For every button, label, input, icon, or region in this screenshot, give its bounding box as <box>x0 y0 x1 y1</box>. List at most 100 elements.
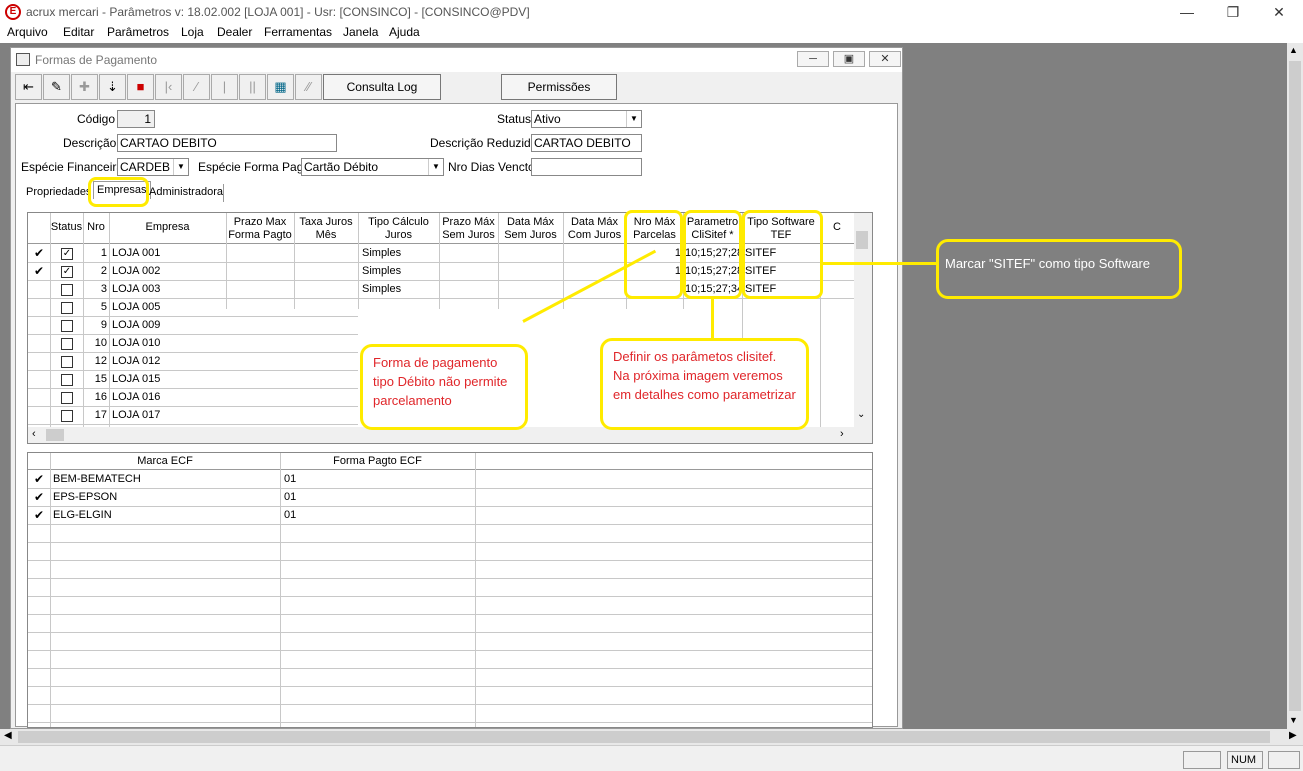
grid-scroll-right-icon[interactable]: › <box>840 428 844 440</box>
scroll-thumb[interactable] <box>1289 61 1301 711</box>
chevron-down-icon[interactable]: ▼ <box>173 159 188 175</box>
column-header-status[interactable]: Status <box>50 221 83 234</box>
prev-icon[interactable]: ⁄ <box>183 74 210 100</box>
column-header-marca-ecf[interactable]: Marca ECF <box>50 455 280 468</box>
nro-dias-input[interactable] <box>531 158 642 176</box>
table-row[interactable]: ✔ ELG-ELGIN 01 <box>28 507 872 524</box>
nro-cell: 17 <box>94 409 107 421</box>
especie-financeira-select[interactable]: CARDEB ▼ <box>117 158 189 176</box>
nro-cell: 2 <box>100 265 107 277</box>
codigo-field[interactable]: 1 <box>117 110 155 128</box>
close-icon[interactable]: ✕ <box>1256 0 1302 24</box>
codigo-label: Código <box>77 112 116 126</box>
restore-icon[interactable]: ❐ <box>1210 0 1256 24</box>
grid-scroll-left-icon[interactable]: ‹ <box>32 428 36 440</box>
save-icon[interactable]: ⇣ <box>99 74 126 100</box>
child-restore-icon[interactable]: ▣ <box>833 51 865 67</box>
scroll-right-icon[interactable]: ▶ <box>1289 730 1297 741</box>
status-checkbox[interactable]: ✓ <box>61 266 73 278</box>
column-header-taxa-juros[interactable]: Taxa Juros Mês <box>294 216 358 242</box>
status-checkbox[interactable] <box>61 284 73 296</box>
column-header-text: Data Máx <box>570 216 619 228</box>
status-checkbox[interactable] <box>61 356 73 368</box>
menu-janela[interactable]: Janela <box>343 25 378 39</box>
permissoes-button[interactable]: Permissões <box>501 74 617 100</box>
column-header-prazo-max[interactable]: Prazo Max Forma Pagto <box>226 216 294 242</box>
tab-administradora[interactable]: Administradora <box>146 184 226 202</box>
window-title: acrux mercari - Parâmetros v: 18.02.002 … <box>26 5 530 19</box>
empresa-cell: LOJA 016 <box>112 391 161 403</box>
table-row[interactable]: ✔ BEM-BEMATECH 01 <box>28 471 872 488</box>
table-row[interactable]: ✔ EPS-EPSON 01 <box>28 489 872 506</box>
parcelas-highlight <box>624 210 683 299</box>
filter-icon[interactable]: ⁄⁄ <box>295 74 322 100</box>
status-checkbox[interactable] <box>61 392 73 404</box>
menu-arquivo[interactable]: Arquivo <box>7 25 48 39</box>
tab-propriedades[interactable]: Propriedades <box>23 184 94 202</box>
grid-hscroll-thumb[interactable] <box>46 429 64 441</box>
status-checkbox[interactable] <box>61 338 73 350</box>
especie-forma-value: Cartão Débito <box>304 160 379 174</box>
column-header-text: Sem Juros <box>442 229 495 241</box>
first-icon[interactable]: |‹ <box>155 74 182 100</box>
column-header-c[interactable]: C <box>820 221 854 234</box>
edit-icon[interactable]: ✎ <box>43 74 70 100</box>
chevron-down-icon[interactable]: ▼ <box>428 159 443 175</box>
status-checkbox[interactable] <box>61 302 73 314</box>
grid-scroll-down-icon[interactable]: ⌄ <box>857 409 865 420</box>
column-header-text: Prazo Max <box>233 216 287 228</box>
menu-loja[interactable]: Loja <box>181 25 204 39</box>
nro-cell: 15 <box>94 373 107 385</box>
grid-vscroll[interactable]: ⌄ <box>854 213 872 427</box>
column-header-tipo-calculo[interactable]: Tipo Cálculo Juros <box>358 216 439 242</box>
column-header-empresa[interactable]: Empresa <box>109 221 226 234</box>
column-header-data-com-juros[interactable]: Data Máx Com Juros <box>563 216 626 242</box>
child-minimize-icon[interactable]: ─ <box>797 51 829 67</box>
column-header-text: Nro <box>87 221 105 233</box>
grid-icon[interactable]: ▦ <box>267 74 294 100</box>
new-icon[interactable]: ✚ <box>71 74 98 100</box>
status-checkbox[interactable]: ✓ <box>61 248 73 260</box>
row-selected-check-icon: ✔ <box>34 264 45 278</box>
table-row[interactable]: 5 LOJA 005 <box>28 299 854 316</box>
vertical-scrollbar[interactable]: ▲ ▼ <box>1287 43 1303 729</box>
status-checkbox[interactable] <box>61 320 73 332</box>
column-header-data-sem-juros[interactable]: Data Máx Sem Juros <box>498 216 563 242</box>
table-row[interactable]: 9 LOJA 009 <box>28 317 854 334</box>
menu-ferramentas[interactable]: Ferramentas <box>264 25 332 39</box>
minimize-icon[interactable]: — <box>1164 0 1210 24</box>
menu-ajuda[interactable]: Ajuda <box>389 25 420 39</box>
last-icon[interactable]: || <box>239 74 266 100</box>
status-checkbox[interactable] <box>61 410 73 422</box>
hscroll-thumb[interactable] <box>18 731 1270 743</box>
marca-ecf-cell: EPS-EPSON <box>53 491 118 503</box>
column-header-nro[interactable]: Nro <box>83 221 109 234</box>
scroll-up-icon[interactable]: ▲ <box>1289 45 1298 55</box>
column-header-text: Taxa Juros <box>299 216 353 228</box>
delete-icon[interactable]: ■ <box>127 74 154 100</box>
descricao-input[interactable]: CARTAO DEBITO <box>117 134 337 152</box>
menu-parametros[interactable]: Parâmetros <box>107 25 169 39</box>
column-header-prazo-sem-juros[interactable]: Prazo Máx Sem Juros <box>439 216 498 242</box>
menu-dealer[interactable]: Dealer <box>217 25 252 39</box>
horizontal-scrollbar[interactable]: ◀ ▶ <box>0 729 1303 745</box>
column-header-forma-pagto-ecf[interactable]: Forma Pagto ECF <box>280 455 475 468</box>
scroll-left-icon[interactable]: ◀ <box>4 730 12 741</box>
empresa-cell: LOJA 012 <box>112 355 161 367</box>
nro-cell: 9 <box>100 319 107 331</box>
next-icon[interactable]: | <box>211 74 238 100</box>
tef-highlight <box>742 210 823 299</box>
column-header-text: Data Máx <box>506 216 555 228</box>
especie-forma-select[interactable]: Cartão Débito ▼ <box>301 158 444 176</box>
scroll-down-icon[interactable]: ▼ <box>1289 715 1298 725</box>
marca-ecf-cell: BEM-BEMATECH <box>53 473 141 485</box>
consulta-log-button[interactable]: Consulta Log <box>323 74 441 100</box>
grid-vscroll-thumb[interactable] <box>856 231 868 249</box>
status-select[interactable]: Ativo ▼ <box>531 110 642 128</box>
child-close-icon[interactable]: ✕ <box>869 51 901 67</box>
desc-reduzida-input[interactable]: CARTAO DEBITO <box>531 134 642 152</box>
exit-icon[interactable]: ⇤ <box>15 74 42 100</box>
status-checkbox[interactable] <box>61 374 73 386</box>
menu-editar[interactable]: Editar <box>63 25 94 39</box>
chevron-down-icon[interactable]: ▼ <box>626 111 641 127</box>
